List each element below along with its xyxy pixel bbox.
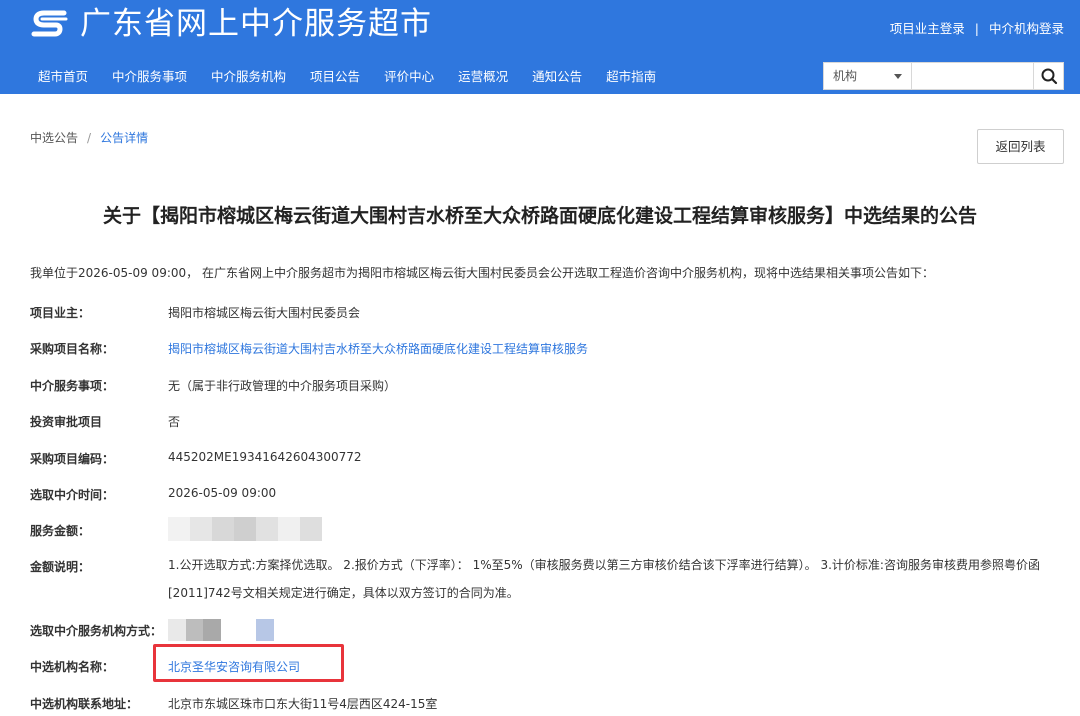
- notice-title: 关于【揭阳市榕城区梅云街道大围村吉水桥至大众桥路面硬底化建设工程结算审核服务】中…: [102, 205, 977, 227]
- select-method-label: 选取中介服务机构方式：: [30, 624, 163, 638]
- redaction-block: [168, 619, 186, 641]
- main-nav: 超市首页 中介服务事项 中介服务机构 项目公告 评价中心 运营概况 通知公告 超…: [26, 68, 668, 86]
- winner-highlight-box: [153, 644, 344, 682]
- back-to-list-button[interactable]: 返回列表: [977, 129, 1064, 164]
- redaction-block: [256, 517, 278, 541]
- nav-item-service-items[interactable]: 中介服务事项: [112, 68, 187, 86]
- winner-address-label: 中选机构联系地址：: [30, 697, 139, 711]
- redaction-block: [212, 517, 234, 541]
- nav-item-agencies[interactable]: 中介服务机构: [211, 68, 286, 86]
- nav-item-announcements[interactable]: 通知公告: [532, 68, 582, 86]
- caret-down-icon: [894, 74, 902, 79]
- nav-item-home[interactable]: 超市首页: [38, 68, 88, 86]
- breadcrumb-separator: /: [87, 131, 92, 145]
- nav-item-operations[interactable]: 运营概况: [458, 68, 508, 86]
- nav-item-project-notices[interactable]: 项目公告: [310, 68, 360, 86]
- search-type-value: 机构: [833, 69, 858, 83]
- login-links: 项目业主登录 | 中介机构登录: [890, 18, 1064, 37]
- select-time-label: 选取中介时间：: [30, 488, 115, 502]
- owner-label: 项目业主：: [30, 306, 91, 320]
- owner-value: 揭阳市榕城区梅云街大围村民委员会: [168, 306, 361, 320]
- site-logo-icon[interactable]: [30, 7, 70, 41]
- breadcrumb: 中选公告 / 公告详情: [30, 129, 148, 146]
- redaction-block: [203, 619, 222, 641]
- investment-value: 否: [168, 415, 181, 429]
- service-item-value: 无（属于非行政管理的中介服务项目采购）: [168, 379, 397, 393]
- select-time-value: 2026-05-09 09:00: [168, 486, 277, 500]
- redaction-block: [221, 619, 239, 641]
- search-icon: [1041, 68, 1058, 85]
- project-name-label: 采购项目名称：: [30, 342, 115, 356]
- search-input[interactable]: [912, 63, 1035, 89]
- nav-item-evaluation[interactable]: 评价中心: [384, 68, 434, 86]
- amount-note-label: 金额说明：: [30, 560, 91, 574]
- project-code-value: 445202ME19341642604300772: [168, 450, 362, 464]
- redaction-block: [185, 619, 204, 641]
- redaction-block: [238, 619, 257, 641]
- amount-note-line1: 1.公开选取方式:方案择优选取。 2.报价方式（下浮率）： 1%至5%（审核服务…: [168, 558, 1040, 572]
- service-item-label: 中介服务事项：: [30, 379, 115, 393]
- redaction-block: [278, 517, 300, 541]
- owner-login-link[interactable]: 项目业主登录: [890, 21, 965, 36]
- redaction-block: [256, 619, 275, 641]
- search-box: 机构: [823, 62, 1064, 90]
- redaction-block: [168, 517, 190, 541]
- nav-item-guide[interactable]: 超市指南: [606, 68, 656, 86]
- investment-label: 投资审批项目: [30, 415, 103, 429]
- search-type-select[interactable]: 机构: [824, 63, 912, 89]
- project-code-label: 采购项目编码：: [30, 452, 115, 466]
- amount-note-line2: [2011]742号文相关规定进行确定，具体以双方签订的合同为准。: [168, 586, 519, 600]
- site-header: 广东省网上中介服务超市 项目业主登录 | 中介机构登录 超市首页 中介服务事项 中介…: [0, 0, 1080, 94]
- winner-address-value: 北京市东城区珠市口东大街11号4层西区424-15室: [168, 697, 438, 711]
- redaction-block: [300, 517, 322, 541]
- notice-intro: 我单位于2026-05-09 09:00， 在广东省网上中介服务超市为揭阳市榕城…: [30, 266, 934, 280]
- redaction-block: [190, 517, 212, 541]
- redaction-block: [234, 517, 256, 541]
- project-name-link[interactable]: 揭阳市榕城区梅云街道大围村吉水桥至大众桥路面硬底化建设工程结算审核服务: [168, 340, 588, 357]
- search-button[interactable]: [1033, 63, 1063, 89]
- login-separator: |: [974, 21, 979, 36]
- select-method-redacted-value: [168, 619, 275, 641]
- amount-label: 服务金额：: [30, 524, 91, 538]
- site-title[interactable]: 广东省网上中介服务超市: [80, 4, 432, 44]
- breadcrumb-parent-link[interactable]: 中选公告: [30, 131, 78, 145]
- amount-redacted-value: [168, 517, 322, 541]
- agency-login-link[interactable]: 中介机构登录: [989, 21, 1064, 36]
- breadcrumb-current: 公告详情: [100, 131, 149, 145]
- winner-name-label: 中选机构名称：: [30, 660, 115, 674]
